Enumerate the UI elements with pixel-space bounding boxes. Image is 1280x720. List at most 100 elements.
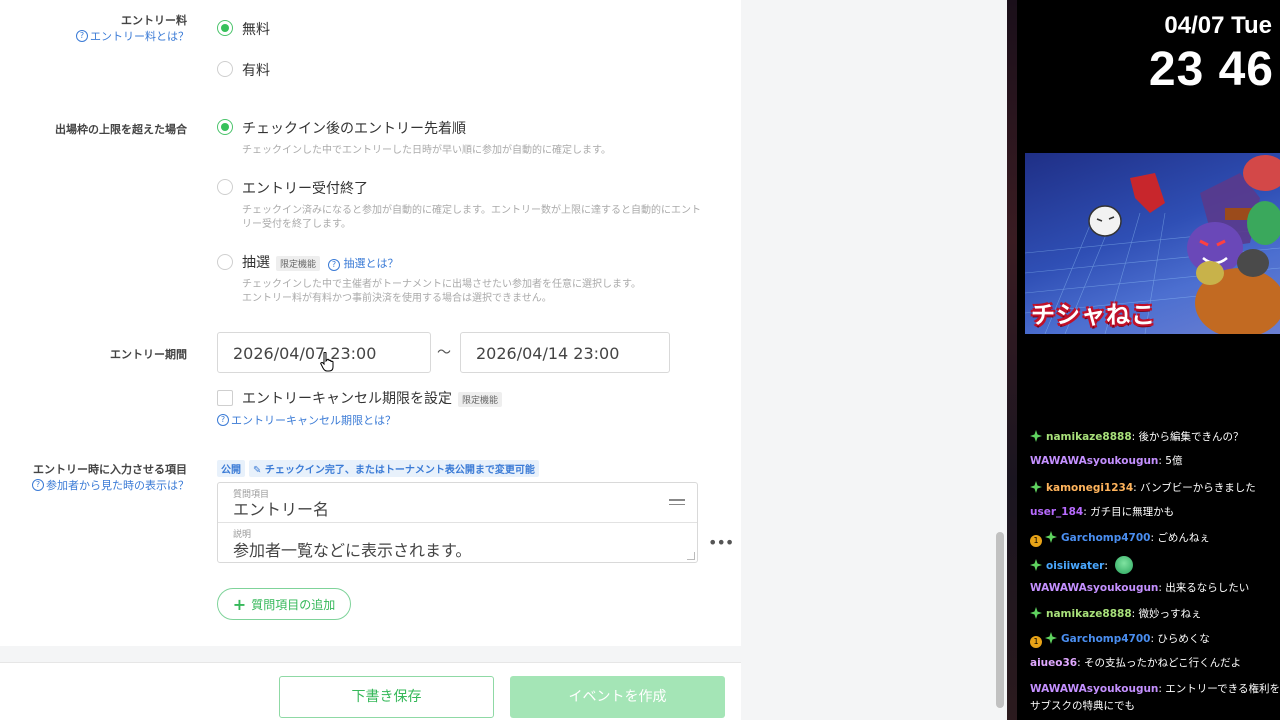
add-question-label: 質問項目の追加 <box>251 597 336 612</box>
radio-free[interactable] <box>217 20 233 36</box>
limited-feature-tag: 限定機能 <box>458 391 503 407</box>
chat-message: サブスクの特典にでも <box>1030 700 1135 713</box>
period-separator: ～ <box>437 345 451 361</box>
lottery-help-link[interactable]: ? 抽選とは？ <box>328 257 399 271</box>
screen: エントリー料 ? エントリー料とは？ 無料 有料 出場枠の上限を超えた場合 チェ… <box>0 0 1280 720</box>
stream-art-image: チシャねこ <box>1025 153 1280 334</box>
chat-username[interactable]: user_184 <box>1030 506 1083 518</box>
page-gutter <box>741 0 1007 720</box>
chat-text: ガチ目に無理かも <box>1090 506 1175 518</box>
chat-message: WAWAWAsyoukougun: 出来るならしたい <box>1030 582 1249 595</box>
option-close-entry-desc-1: チェックイン済みになると参加が自動的に確定します。エントリー数が上限に達すると自… <box>242 205 701 216</box>
chat-message: 1 Garchomp4700: ごめんねぇ <box>1030 531 1210 547</box>
chat-username[interactable]: kamonegi1234 <box>1046 482 1133 494</box>
radio-first-come[interactable] <box>217 119 233 135</box>
question-divider <box>218 522 697 523</box>
sparkle-badge-icon <box>1030 430 1042 442</box>
entry-period-label: エントリー期間 <box>110 348 187 361</box>
chat-text: バンブビーからきました <box>1140 482 1256 494</box>
chat-message: namikaze8888: 微妙っすねぇ <box>1030 607 1202 621</box>
chat-username[interactable]: namikaze8888 <box>1046 608 1132 620</box>
chat-message: oisiiwater: <box>1030 556 1134 574</box>
more-options-icon[interactable]: ••• <box>708 533 734 552</box>
sub-badge-icon: 1 <box>1030 636 1042 648</box>
create-event-button[interactable]: イベントを作成 <box>510 676 725 718</box>
chat-username[interactable]: namikaze8888 <box>1046 431 1132 443</box>
chat-text: その支払ったかねどこ行くんだよ <box>1084 657 1242 669</box>
public-pill: 公開 <box>217 460 245 477</box>
chat-message: WAWAWAsyoukougun: 5億 <box>1030 455 1182 468</box>
chat-username[interactable]: WAWAWAsyoukougun <box>1030 455 1158 467</box>
option-first-come-label: チェックイン後のエントリー先着順 <box>242 121 466 137</box>
chat-username[interactable]: Garchomp4700 <box>1061 532 1150 544</box>
entry-items-label: エントリー時に入力させる項目 <box>33 463 187 476</box>
clock-time: 23 46 <box>1148 43 1274 96</box>
option-lottery-label: 抽選 <box>242 255 270 271</box>
sparkle-badge-icon <box>1030 607 1042 619</box>
cancel-deadline-row: エントリーキャンセル期限を設定 限定機能 <box>242 388 503 408</box>
chat-text: 出来るならしたい <box>1165 582 1250 594</box>
radio-close-entry[interactable] <box>217 179 233 195</box>
chat-colon: : <box>1077 657 1084 669</box>
chat-emote-icon <box>1115 556 1134 574</box>
entry-end-datetime-input[interactable]: 2026/04/14 23:00 <box>460 332 670 373</box>
radio-paid[interactable] <box>217 61 233 77</box>
clock-date: 04/07 Tue <box>1164 12 1272 39</box>
chat-username[interactable]: oisiiwater <box>1046 560 1104 572</box>
question-icon: ? <box>32 479 44 491</box>
hand-cursor-icon <box>320 352 334 372</box>
drag-handle-icon[interactable] <box>669 499 685 507</box>
resize-handle-icon[interactable] <box>687 552 695 560</box>
option-lottery-desc-2: エントリー料が有料かつ事前決済を使用する場合は選択できません。 <box>242 293 552 304</box>
entry-fee-help-link[interactable]: ? エントリー料とは？ <box>76 28 189 44</box>
option-paid-label: 有料 <box>242 63 270 79</box>
chat-text: ひらめくな <box>1157 633 1210 645</box>
chat-colon: : <box>1131 608 1139 620</box>
limited-feature-tag: 限定機能 <box>276 255 321 271</box>
chat-message: aiueo36: その支払ったかねどこ行くんだよ <box>1030 657 1241 670</box>
art-logo-text: チシャねこ <box>1031 301 1156 329</box>
section-gap <box>0 646 741 662</box>
question-icon: ? <box>217 414 229 426</box>
chat-username[interactable]: WAWAWAsyoukougun <box>1030 582 1158 594</box>
option-lottery-desc-1: チェックインした中で主催者がトーナメントに出場させたい参加者を任意に選択します。 <box>242 279 641 290</box>
entry-items-pills: 公開 ✎ チェックイン完了、またはトーナメント表公開まで変更可能 <box>217 460 539 477</box>
lottery-help-text: 抽選とは？ <box>343 257 399 270</box>
question-icon: ? <box>328 259 341 271</box>
chat-text: 5億 <box>1165 455 1183 467</box>
option-close-entry-label: エントリー受付終了 <box>242 181 368 197</box>
chat-username[interactable]: WAWAWAsyoukougun <box>1030 683 1158 695</box>
question-item-card: 質問項目 エントリー名 説明 参加者一覧などに表示されます。 <box>217 482 698 563</box>
chat-text: エントリーできる権利を <box>1165 683 1280 695</box>
chat-text: 微妙っすねぇ <box>1138 608 1202 620</box>
question-name-input[interactable]: エントリー名 <box>233 496 329 520</box>
sparkle-badge-icon <box>1045 531 1057 543</box>
chat-message: user_184: ガチ目に無理かも <box>1030 506 1174 519</box>
chat-text: 後から編集できんの？ <box>1138 431 1244 443</box>
chat-text: サブスクの特典にでも <box>1030 700 1135 712</box>
save-draft-button[interactable]: 下書き保存 <box>279 676 494 718</box>
chat-username[interactable]: aiueo36 <box>1030 657 1077 669</box>
scrollbar-thumb[interactable] <box>996 532 1004 708</box>
sub-badge-icon: 1 <box>1030 535 1042 547</box>
sparkle-badge-icon <box>1045 632 1057 644</box>
chat-text: ごめんねぇ <box>1157 532 1210 544</box>
sparkle-badge-icon <box>1030 559 1042 571</box>
cancel-deadline-help-text: エントリーキャンセル期限とは？ <box>231 414 396 427</box>
chat-message: 1 Garchomp4700: ひらめくな <box>1030 632 1210 648</box>
chat-username[interactable]: Garchomp4700 <box>1061 633 1150 645</box>
sparkle-badge-icon <box>1030 481 1042 493</box>
radio-lottery[interactable] <box>217 254 233 270</box>
chat-message: WAWAWAsyoukougun: エントリーできる権利を <box>1030 683 1280 696</box>
option-lottery-row: 抽選 限定機能? 抽選とは？ <box>242 252 399 272</box>
add-question-button[interactable]: + 質問項目の追加 <box>217 588 351 620</box>
cancel-deadline-help-link[interactable]: ? エントリーキャンセル期限とは？ <box>217 412 396 428</box>
editable-until-pill: ✎ チェックイン完了、またはトーナメント表公開まで変更可能 <box>249 460 539 477</box>
entry-items-help-link[interactable]: ? 参加者から見た時の表示は？ <box>32 477 189 493</box>
chat-colon: : <box>1131 431 1139 443</box>
cancel-deadline-checkbox[interactable] <box>217 390 233 406</box>
overlay-border-art <box>1007 0 1017 720</box>
question-description-input[interactable]: 参加者一覧などに表示されます。 <box>233 537 471 561</box>
plus-icon: + <box>232 594 247 614</box>
form-footer: 下書き保存 イベントを作成 <box>0 662 741 720</box>
